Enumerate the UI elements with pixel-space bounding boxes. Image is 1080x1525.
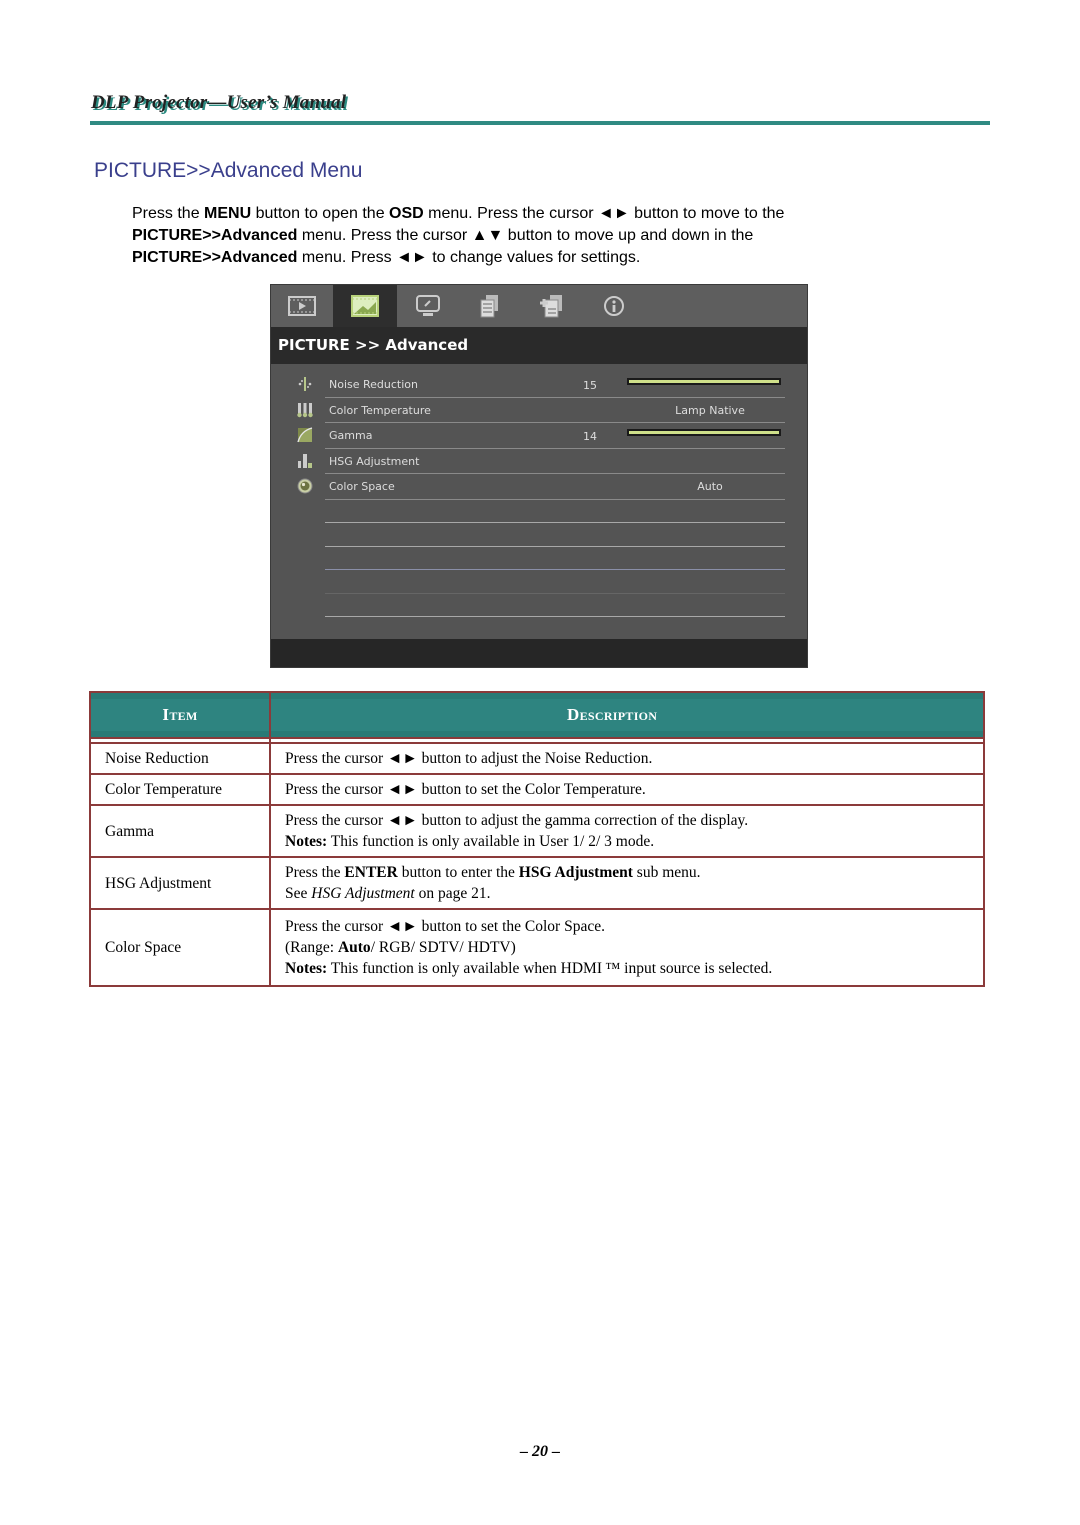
- osd-tab-picture[interactable]: [333, 285, 397, 327]
- osd-row-number: 14: [583, 430, 597, 443]
- intro-line-3: PICTURE>>Advanced menu. Press ◄► to chan…: [132, 249, 641, 266]
- column-header-description: Description: [269, 691, 985, 739]
- osd-tab-info[interactable]: [583, 285, 645, 327]
- osd-tab-image[interactable]: [271, 285, 333, 327]
- osd-option-list: Noise Reduction 15 Color Temperature Lam…: [271, 364, 807, 617]
- osd-tab-display[interactable]: [397, 285, 459, 327]
- osd-empty-row: [325, 523, 785, 547]
- column-header-item: Item: [89, 691, 271, 739]
- section-title: PICTURE>>Advanced Menu: [94, 159, 363, 182]
- slider-fill: [629, 380, 779, 383]
- osd-menu-screenshot: PICTURE >> Advanced Noise Reduction 15 C…: [270, 284, 808, 668]
- notes-label: Notes:: [285, 960, 328, 977]
- osd-term: OSD: [389, 205, 424, 222]
- hsg-adjustment-icon: [298, 453, 312, 468]
- menu-key-term: MENU: [204, 205, 252, 222]
- osd-row-label: HSG Adjustment: [329, 454, 420, 468]
- cross-reference-link[interactable]: HSG Adjustment: [311, 885, 414, 902]
- description-cell: Press the cursor ◄► button to adjust the…: [269, 804, 985, 858]
- osd-row-color-temperature[interactable]: Color Temperature Lamp Native: [297, 398, 785, 423]
- description-cell: Press the cursor ◄► button to set the Co…: [269, 908, 985, 987]
- osd-row-gamma[interactable]: Gamma 14: [297, 423, 785, 449]
- osd-row-number: 15: [583, 379, 597, 392]
- noise-reduction-slider[interactable]: [627, 378, 781, 385]
- table-row: Gamma Press the cursor ◄► button to adju…: [89, 804, 985, 858]
- header-rule: [90, 121, 990, 125]
- item-cell: Color Space: [89, 908, 271, 987]
- item-cell: Noise Reduction: [89, 742, 271, 775]
- table-row: Noise Reduction Press the cursor ◄► butt…: [89, 742, 985, 775]
- osd-empty-row: [325, 500, 785, 523]
- osd-row-color-space[interactable]: Color Space Auto: [297, 474, 785, 500]
- picture-icon: [351, 295, 379, 317]
- osd-tab-advanced-setup[interactable]: [521, 285, 583, 327]
- table-row: Color Space Press the cursor ◄► button t…: [89, 908, 985, 987]
- gamma-slider[interactable]: [627, 429, 781, 436]
- intro-line-1: Press the MENU button to open the OSD me…: [132, 205, 785, 222]
- manual-header-title: DLP Projector—User’s Manual: [91, 92, 347, 113]
- intro-line-2: PICTURE>>Advanced menu. Press the cursor…: [132, 227, 754, 244]
- osd-row-value: Lamp Native: [675, 403, 745, 417]
- intro-paragraph: Press the MENU button to open the OSD me…: [132, 203, 932, 269]
- gamma-icon: [297, 427, 313, 443]
- osd-row-label: Gamma: [329, 429, 373, 442]
- advanced-settings-icon: [540, 295, 562, 318]
- table-row: HSG Adjustment Press the ENTER button to…: [89, 856, 985, 910]
- color-space-icon: [297, 478, 313, 494]
- osd-empty-row: [325, 594, 785, 617]
- osd-footer-bar: [271, 639, 807, 667]
- item-cell: Color Temperature: [89, 773, 271, 806]
- settings-document-icon: [480, 295, 498, 318]
- osd-row-label: Color Temperature: [329, 403, 431, 417]
- osd-title: PICTURE >> Advanced: [271, 327, 807, 364]
- description-cell: Press the ENTER button to enter the HSG …: [269, 856, 985, 910]
- table-header-row: Item Description: [89, 691, 985, 739]
- osd-row-noise-reduction[interactable]: Noise Reduction 15: [298, 372, 785, 398]
- color-temperature-icon: [297, 402, 313, 417]
- table-row: Color Temperature Press the cursor ◄► bu…: [89, 773, 985, 806]
- osd-row-label: Noise Reduction: [329, 378, 418, 391]
- description-cell: Press the cursor ◄► button to adjust the…: [269, 742, 985, 775]
- notes-label: Notes:: [285, 833, 328, 850]
- osd-tab-setup[interactable]: [459, 285, 521, 327]
- osd-row-label: Color Space: [329, 480, 395, 493]
- info-icon: [604, 296, 624, 316]
- film-play-icon: [288, 296, 316, 316]
- osd-row-value: Auto: [697, 480, 723, 493]
- osd-tab-bar: [271, 285, 807, 327]
- osd-empty-row: [325, 570, 785, 594]
- item-cell: HSG Adjustment: [89, 856, 271, 910]
- osd-empty-row: [325, 547, 785, 570]
- osd-row-hsg-adjustment[interactable]: HSG Adjustment: [298, 449, 785, 474]
- item-description-table: Item Description Noise Reduction Press t…: [89, 691, 985, 987]
- item-cell: Gamma: [89, 804, 271, 858]
- display-icon: [416, 295, 440, 316]
- slider-fill: [629, 431, 779, 434]
- description-cell: Press the cursor ◄► button to set the Co…: [269, 773, 985, 806]
- page-number: – 20 –: [520, 1443, 560, 1460]
- noise-reduction-icon: [298, 377, 312, 391]
